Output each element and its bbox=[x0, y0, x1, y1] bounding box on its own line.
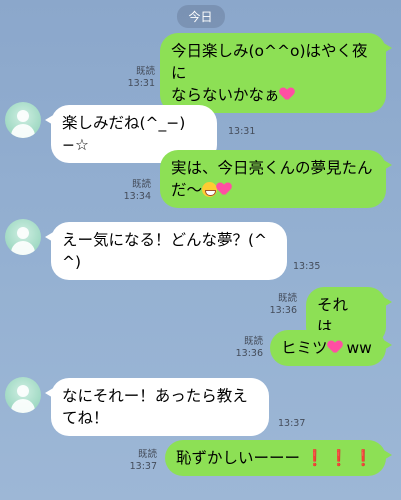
exclamation-icon: ❗ bbox=[329, 449, 349, 467]
read-receipt: 既読 bbox=[243, 336, 263, 347]
timestamp: 13:35 bbox=[293, 261, 321, 272]
message-text: 実は、今日亮くんの夢見たん bbox=[171, 159, 373, 177]
message-text-suffix: ww bbox=[346, 339, 372, 357]
date-separator: 今日 bbox=[176, 5, 225, 28]
read-receipt: 既読 bbox=[137, 449, 157, 460]
message-meta: 既読 13:37 bbox=[130, 449, 157, 473]
message-meta: 既読 13:31 bbox=[128, 66, 155, 90]
heart-icon bbox=[280, 88, 294, 101]
message-bubble-outgoing[interactable]: ヒミツ ww bbox=[270, 330, 392, 366]
message-meta: 既読 13:34 bbox=[124, 179, 151, 203]
exclamation-icon: ❗ bbox=[304, 449, 325, 467]
message-text: てね！ bbox=[62, 409, 109, 427]
message-text: ^) bbox=[62, 253, 82, 271]
timestamp: 13:31 bbox=[127, 77, 155, 89]
message-bubble-incoming[interactable]: なにそれー！あったら教え てね！ bbox=[45, 378, 269, 436]
timestamp: 13:36 bbox=[235, 347, 263, 359]
avatar-icon[interactable] bbox=[5, 377, 41, 413]
timestamp: 13:36 bbox=[269, 304, 297, 316]
message-text: なにそれー！あったら教え bbox=[62, 387, 248, 405]
exclamation-icon: ❗ bbox=[353, 449, 373, 467]
timestamp: 13:31 bbox=[228, 126, 256, 137]
message-meta: 既読 13:36 bbox=[270, 293, 297, 317]
message-meta: 既読 13:36 bbox=[236, 336, 263, 360]
message-bubble-outgoing[interactable]: 今日楽しみ(o^^o)はやく夜に ならないかなぁ bbox=[160, 33, 392, 113]
timestamp: 13:37 bbox=[278, 418, 306, 429]
hearts-icon bbox=[217, 183, 231, 196]
message-text: 恥ずかしいーーー bbox=[176, 449, 301, 467]
message-text: ヒミツ bbox=[281, 339, 328, 357]
read-receipt: 既読 bbox=[135, 66, 155, 77]
message-bubble-outgoing[interactable]: 実は、今日亮くんの夢見たん だ〜 bbox=[160, 150, 392, 208]
timestamp: 13:34 bbox=[123, 190, 151, 202]
avatar-icon[interactable] bbox=[5, 219, 41, 255]
message-text: だ〜 bbox=[171, 181, 203, 199]
grin-icon bbox=[202, 182, 218, 197]
message-text: えー気になる！どんな夢？(^ bbox=[62, 231, 268, 249]
message-text: ならないかなぁ bbox=[171, 86, 280, 104]
avatar-icon[interactable] bbox=[5, 102, 41, 138]
message-text: 今日楽しみ(o^^o)はやく夜に bbox=[171, 42, 368, 82]
message-bubble-outgoing[interactable]: 恥ずかしいーーー ❗ ❗ ❗ bbox=[165, 440, 392, 476]
message-bubble-incoming[interactable]: えー気になる！どんな夢？(^ ^) bbox=[45, 222, 287, 280]
timestamp: 13:37 bbox=[129, 460, 157, 472]
read-receipt: 既読 bbox=[131, 179, 151, 190]
read-receipt: 既読 bbox=[277, 293, 297, 304]
heart-icon bbox=[328, 341, 342, 354]
